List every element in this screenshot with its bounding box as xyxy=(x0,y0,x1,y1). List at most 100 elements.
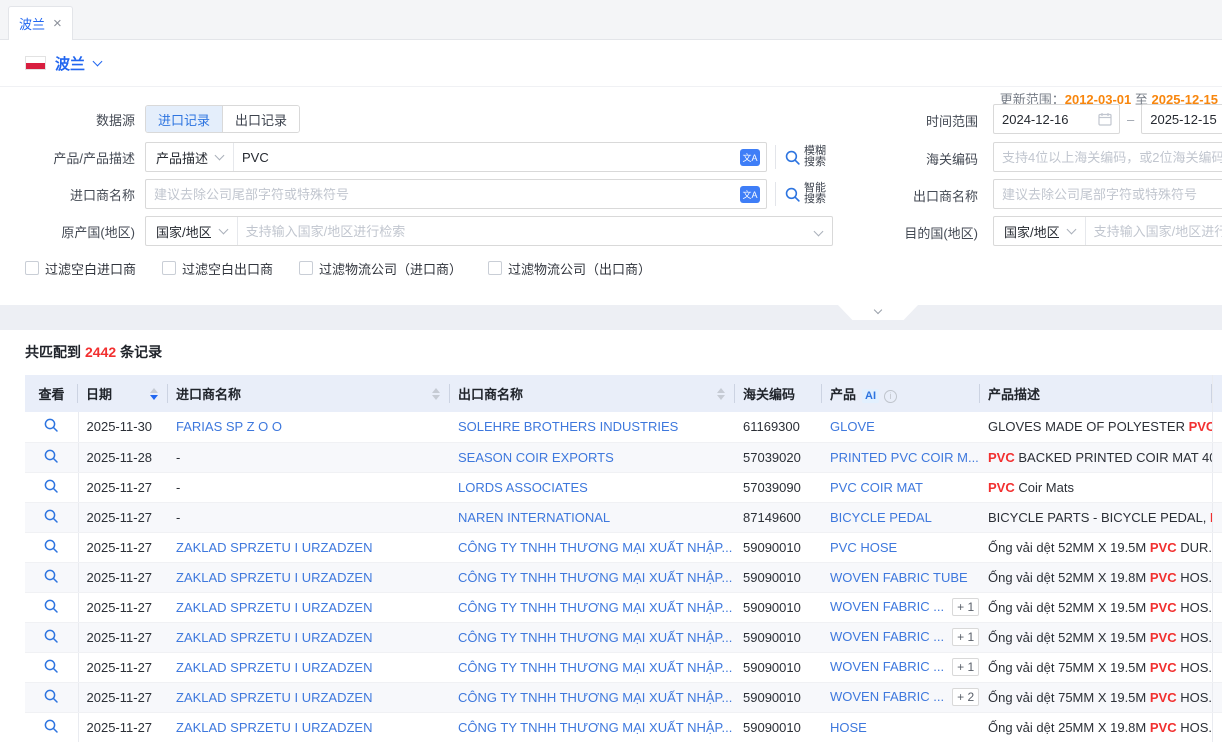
country-name[interactable]: 波兰 xyxy=(55,53,85,74)
hs-code-field[interactable] xyxy=(993,142,1222,172)
view-record-button[interactable] xyxy=(43,508,59,527)
description-cell: Ống vải dệt 52MM X 19.5M PVC HOS... xyxy=(980,622,1212,652)
product-link[interactable]: HOSE xyxy=(830,720,867,735)
overflow-cell xyxy=(1212,652,1222,682)
more-products-badge[interactable]: + 1 xyxy=(952,628,979,646)
product-link[interactable]: PVC HOSE xyxy=(830,540,897,555)
filter-logistics-exporter[interactable]: 过滤物流公司（出口商） xyxy=(488,259,651,278)
exporter-link[interactable]: SEASON COIR EXPORTS xyxy=(458,450,614,465)
date-from-input[interactable] xyxy=(994,106,1098,132)
product-link[interactable]: GLOVE xyxy=(830,419,875,434)
exporter-link[interactable]: CÔNG TY TNHH THƯƠNG MẠI XUẤT NHẬP... xyxy=(458,600,732,615)
view-record-button[interactable] xyxy=(43,417,59,436)
close-icon[interactable]: × xyxy=(53,16,62,31)
overflow-cell xyxy=(1212,442,1222,472)
view-record-button[interactable] xyxy=(43,598,59,617)
checkbox-icon[interactable] xyxy=(162,261,176,275)
exporter-link[interactable]: CÔNG TY TNHH THƯƠNG MẠI XUẤT NHẬP... xyxy=(458,540,732,555)
column-importer[interactable]: 进口商名称 xyxy=(168,375,450,412)
table-row: 2025-11-27 ZAKLAD SPRZETU I URZADZEN CÔNG … xyxy=(25,712,1222,742)
hs-code-input[interactable] xyxy=(994,144,1222,170)
hs-code-cell: 59090010 xyxy=(735,562,822,592)
column-exporter[interactable]: 出口商名称 xyxy=(450,375,735,412)
product-link[interactable]: WOVEN FABRIC ... xyxy=(830,689,944,704)
product-cell: WOVEN FABRIC ... + 2 xyxy=(822,682,980,712)
view-record-button[interactable] xyxy=(43,688,59,707)
product-link[interactable]: WOVEN FABRIC ... xyxy=(830,599,944,614)
view-record-button[interactable] xyxy=(43,538,59,557)
search-icon xyxy=(43,417,59,433)
exporter-link[interactable]: LORDS ASSOCIATES xyxy=(458,480,588,495)
exporter-link[interactable]: CÔNG TY TNHH THƯƠNG MẠI XUẤT NHẬP... xyxy=(458,660,732,675)
view-cell xyxy=(25,562,78,592)
exporter-link[interactable]: CÔNG TY TNHH THƯƠNG MẠI XUẤT NHẬP... xyxy=(458,630,732,645)
highlighted-keyword: PVC xyxy=(1150,570,1177,585)
destination-country-input[interactable] xyxy=(1086,218,1222,244)
hs-code-cell: 59090010 xyxy=(735,622,822,652)
product-link[interactable]: WOVEN FABRIC TUBE xyxy=(830,570,968,585)
date-to-input[interactable] xyxy=(1142,106,1222,132)
product-link[interactable]: BICYCLE PEDAL xyxy=(830,510,932,525)
description-cell: PVC Coir Mats xyxy=(980,472,1212,502)
importer-link[interactable]: FARIAS SP Z O O xyxy=(176,419,282,434)
importer-link[interactable]: ZAKLAD SPRZETU I URZADZEN xyxy=(176,570,372,585)
product-link[interactable]: WOVEN FABRIC ... xyxy=(830,659,944,674)
view-record-button[interactable] xyxy=(43,718,59,737)
checkbox-icon[interactable] xyxy=(488,261,502,275)
view-record-button[interactable] xyxy=(43,568,59,587)
view-record-button[interactable] xyxy=(43,628,59,647)
more-products-badge[interactable]: + 1 xyxy=(952,658,979,676)
product-link[interactable]: PVC COIR MAT xyxy=(830,480,923,495)
more-products-badge[interactable]: + 1 xyxy=(952,598,979,616)
date-from-field[interactable] xyxy=(993,104,1120,134)
collapse-form-button[interactable] xyxy=(838,305,918,320)
product-cell: HOSE xyxy=(822,712,980,742)
product-link[interactable]: WOVEN FABRIC ... xyxy=(830,629,944,644)
exporter-link[interactable]: NAREN INTERNATIONAL xyxy=(458,510,610,525)
description-cell: Ống vải dệt 52MM X 19.5M PVC HOS... xyxy=(980,592,1212,622)
destination-country-select[interactable]: 国家/地区 xyxy=(994,217,1086,245)
importer-link[interactable]: ZAKLAD SPRZETU I URZADZEN xyxy=(176,690,372,705)
date-cell: 2025-11-27 xyxy=(78,502,168,532)
checkbox-icon[interactable] xyxy=(25,261,39,275)
column-date[interactable]: 日期 xyxy=(78,375,168,412)
description-cell: Ống vải dệt 25MM X 19.8M PVC HOS... xyxy=(980,712,1212,742)
importer-cell: ZAKLAD SPRZETU I URZADZEN xyxy=(168,682,450,712)
description-cell: Ống vải dệt 75MM X 19.5M PVC HOS... xyxy=(980,682,1212,712)
sort-icon-importer[interactable] xyxy=(432,388,442,400)
overflow-cell xyxy=(1212,472,1222,502)
hs-code-cell: 59090010 xyxy=(735,532,822,562)
view-record-button[interactable] xyxy=(43,478,59,497)
tab-title: 波兰 xyxy=(19,14,45,33)
exporter-field[interactable] xyxy=(993,179,1222,209)
date-cell: 2025-11-28 xyxy=(78,442,168,472)
importer-link[interactable]: ZAKLAD SPRZETU I URZADZEN xyxy=(176,660,372,675)
importer-link[interactable]: ZAKLAD SPRZETU I URZADZEN xyxy=(176,540,372,555)
more-products-badge[interactable]: + 2 xyxy=(952,688,979,706)
exporter-link[interactable]: CÔNG TY TNHH THƯƠNG MẠI XUẤT NHẬP... xyxy=(458,720,732,735)
exporter-input[interactable] xyxy=(994,181,1222,207)
filter-logistics-importer[interactable]: 过滤物流公司（进口商） xyxy=(299,259,462,278)
product-link[interactable]: PRINTED PVC COIR M... xyxy=(830,450,979,465)
chevron-down-icon[interactable] xyxy=(93,56,103,66)
view-cell xyxy=(25,472,78,502)
exporter-link[interactable]: CÔNG TY TNHH THƯƠNG MẠI XUẤT NHẬP... xyxy=(458,570,732,585)
filter-blank-importer[interactable]: 过滤空白进口商 xyxy=(25,259,136,278)
search-icon xyxy=(43,538,59,554)
filter-blank-exporter[interactable]: 过滤空白出口商 xyxy=(162,259,273,278)
importer-link[interactable]: ZAKLAD SPRZETU I URZADZEN xyxy=(176,600,372,615)
checkbox-icon[interactable] xyxy=(299,261,313,275)
view-record-button[interactable] xyxy=(43,658,59,677)
date-to-field[interactable] xyxy=(1141,104,1222,134)
info-icon[interactable]: i xyxy=(884,390,897,403)
importer-link[interactable]: ZAKLAD SPRZETU I URZADZEN xyxy=(176,630,372,645)
exporter-cell: LORDS ASSOCIATES xyxy=(450,472,735,502)
sort-icon-exporter[interactable] xyxy=(717,388,727,400)
tab-poland[interactable]: 波兰 × xyxy=(8,6,73,40)
exporter-link[interactable]: SOLEHRE BROTHERS INDUSTRIES xyxy=(458,419,678,434)
view-record-button[interactable] xyxy=(43,448,59,467)
sort-icon-date[interactable] xyxy=(150,388,160,400)
importer-link[interactable]: ZAKLAD SPRZETU I URZADZEN xyxy=(176,720,372,735)
exporter-link[interactable]: CÔNG TY TNHH THƯƠNG MẠI XUẤT NHẬP... xyxy=(458,690,732,705)
date-cell: 2025-11-27 xyxy=(78,712,168,742)
